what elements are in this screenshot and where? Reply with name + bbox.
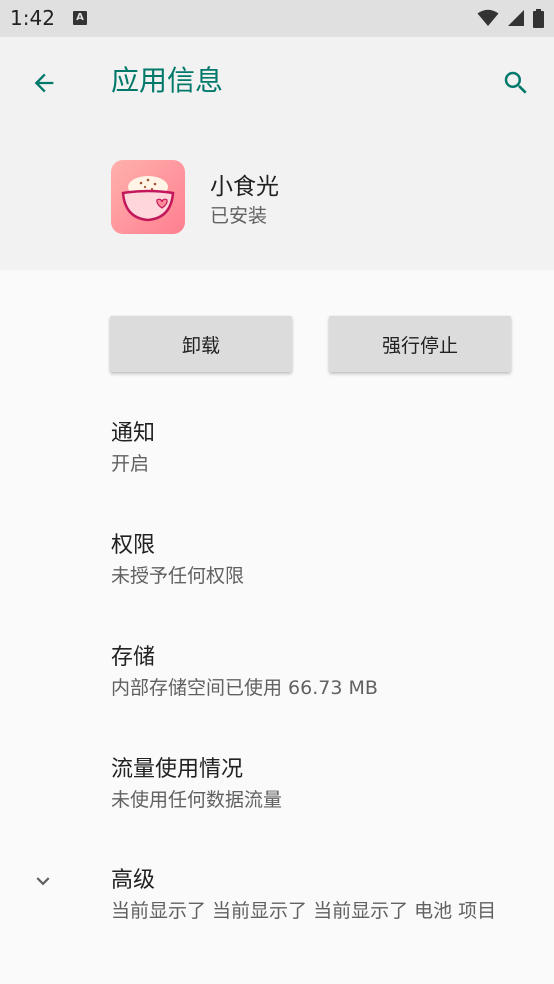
notification-a-icon: A (73, 11, 87, 25)
arrow-back-icon (34, 73, 54, 93)
app-info-header: 应用信息 小食光 已安装 (0, 37, 554, 270)
list-item-data-usage[interactable]: 流量使用情况 未使用任何数据流量 (0, 751, 554, 821)
item-title: 存储 (111, 645, 156, 670)
app-icon (111, 160, 185, 234)
uninstall-button[interactable]: 卸载 (110, 316, 292, 372)
item-title: 流量使用情况 (111, 757, 244, 782)
list-item-notifications[interactable]: 通知 开启 (0, 415, 554, 485)
status-time: 1:42 (10, 6, 55, 30)
status-bar: 1:42 A (0, 0, 554, 37)
item-title: 权限 (111, 533, 156, 558)
item-subtitle: 未授予任何权限 (111, 565, 245, 587)
back-button[interactable] (20, 59, 68, 107)
chevron-down-icon (36, 877, 50, 886)
item-subtitle: 未使用任何数据流量 (111, 789, 283, 811)
item-title: 高级 (111, 868, 156, 893)
list-item-permissions[interactable]: 权限 未授予任何权限 (0, 527, 554, 597)
search-icon (504, 71, 527, 94)
item-subtitle: 当前显示了 当前显示了 当前显示了 电池 项目 (111, 900, 497, 922)
battery-icon (533, 8, 544, 28)
list-item-advanced[interactable]: 高级 当前显示了 当前显示了 当前显示了 电池 项目 (0, 862, 554, 932)
app-install-status: 已安装 (210, 205, 268, 227)
item-subtitle: 开启 (111, 453, 150, 475)
item-subtitle: 内部存储空间已使用 66.73 MB (111, 677, 378, 699)
signal-icon (508, 10, 524, 26)
list-item-storage[interactable]: 存储 内部存储空间已使用 66.73 MB (0, 639, 554, 709)
rice-bowl-heart-icon (121, 176, 175, 222)
force-stop-button[interactable]: 强行停止 (329, 316, 511, 372)
item-title: 通知 (111, 421, 156, 446)
status-icons (477, 8, 544, 28)
page-title: 应用信息 (111, 64, 224, 97)
search-button[interactable] (492, 59, 540, 107)
app-name: 小食光 (210, 174, 279, 200)
wifi-icon (477, 9, 499, 26)
